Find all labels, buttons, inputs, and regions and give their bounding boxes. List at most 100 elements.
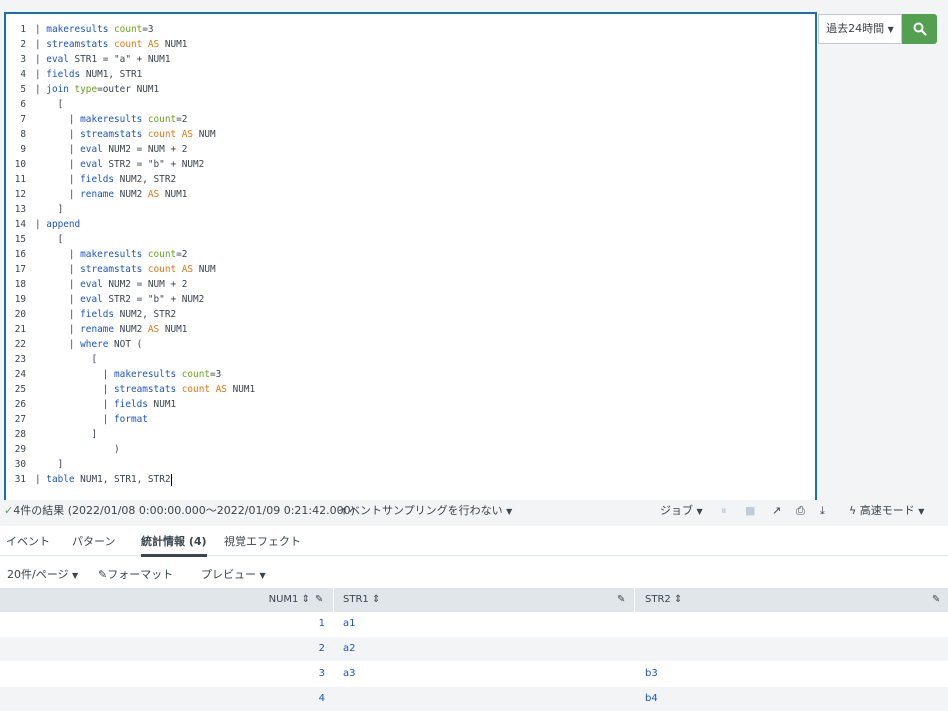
time-range-picker[interactable]: 過去24時間 ▼ [818, 14, 902, 44]
code-line[interactable]: 1 | makeresults count=3 [6, 22, 815, 37]
table-cell[interactable]: 4 [319, 687, 325, 711]
table-row[interactable]: 4 b4 [0, 687, 948, 712]
sampling-dropdown[interactable]: イベントサンプリングを行わない ▼ [338, 501, 512, 522]
code-line[interactable]: 29 ) [6, 442, 815, 457]
column-header-num1[interactable]: NUM1 ⇕ [269, 588, 310, 612]
line-number: 3 [20, 54, 26, 65]
line-number: 15 [14, 234, 26, 245]
line-number: 27 [14, 414, 26, 425]
code-line[interactable]: 6 [ [6, 97, 815, 112]
line-number: 25 [14, 384, 26, 395]
code-text: | makeresults count=3 [35, 24, 154, 35]
code-line[interactable]: 28 ] [6, 427, 815, 442]
search-editor[interactable]: 1 | makeresults count=3 2 | streamstats cou… [4, 12, 817, 504]
code-line[interactable]: 7 | makeresults count=2 [6, 112, 815, 127]
code-line[interactable]: 9 | eval NUM2 = NUM + 2 [6, 142, 815, 157]
per-page-dropdown[interactable]: 20件/ページ ▼ [7, 566, 78, 582]
caret-down-icon: ▼ [887, 25, 894, 34]
table-cell[interactable]: b3 [645, 662, 658, 686]
sort-icon: ⇕ [673, 594, 683, 605]
code-line[interactable]: 12 | rename NUM2 AS NUM1 [6, 187, 815, 202]
line-number: 4 [20, 69, 26, 80]
line-number: 10 [14, 159, 26, 170]
code-line[interactable]: 3 | eval STR1 = "a" + NUM1 [6, 52, 815, 67]
tab-patterns[interactable]: パターン [72, 533, 115, 549]
code-line[interactable]: 31 | table NUM1, STR1, STR2 [6, 472, 815, 487]
pencil-icon[interactable]: ✎ [315, 594, 323, 605]
print-icon[interactable]: ⎙ [796, 501, 805, 521]
code-line[interactable]: 11 | fields NUM2, STR2 [6, 172, 815, 187]
code-line[interactable]: 30 ] [6, 457, 815, 472]
code-line[interactable]: 10 | eval STR2 = "b" + NUM2 [6, 157, 815, 172]
caret-down-icon: ▼ [918, 507, 925, 516]
table-row[interactable]: 2 a2 [0, 637, 948, 662]
code-line[interactable]: 8 | streamstats count AS NUM [6, 127, 815, 142]
code-text: ] [35, 204, 64, 215]
search-mode-menu[interactable]: ϟ 高速モード ▼ [849, 501, 924, 522]
format-button[interactable]: ✎フォーマット [98, 566, 173, 582]
table-cell[interactable]: b4 [645, 687, 658, 711]
line-number: 30 [14, 459, 26, 470]
code-line[interactable]: 20 | fields NUM2, STR2 [6, 307, 815, 322]
line-number: 8 [20, 129, 26, 140]
column-header-str2[interactable]: STR2 ⇕ [645, 588, 682, 612]
code-line[interactable]: 23 [ [6, 352, 815, 367]
code-text: | append [35, 219, 81, 230]
table-header: NUM1 ⇕ ✎ STR1 ⇕ ✎ STR2 ⇕ ✎ [0, 588, 948, 612]
code-line[interactable]: 5 | join type=outer NUM1 [6, 82, 815, 97]
table-cell[interactable]: a1 [343, 612, 356, 636]
code-text: | eval STR2 = "b" + NUM2 [35, 159, 205, 170]
tab-statistics[interactable]: 統計情報 (4) [141, 533, 207, 557]
status-bar: ✓4件の結果 (2022/01/08 0:00:00.000〜2022/01/0… [0, 500, 948, 526]
code-line[interactable]: 26 | fields NUM1 [6, 397, 815, 412]
sort-icon: ⇕ [371, 594, 381, 605]
code-text: | rename NUM2 AS NUM1 [35, 324, 188, 335]
code-line[interactable]: 14 | append [6, 217, 815, 232]
code-line[interactable]: 24 | makeresults count=3 [6, 367, 815, 382]
pencil-icon[interactable]: ✎ [617, 594, 625, 605]
tab-events[interactable]: イベント [6, 533, 50, 549]
line-number: 28 [14, 429, 26, 440]
results-tabs: イベント パターン 統計情報 (4) 視覚エフェクト [0, 527, 948, 557]
table-row[interactable]: 3 a3 b3 [0, 662, 948, 687]
table-row[interactable]: 1 a1 [0, 612, 948, 637]
code-text: | streamstats count AS NUM1 [35, 39, 188, 50]
preview-dropdown[interactable]: プレビュー ▼ [201, 566, 266, 582]
line-number: 7 [20, 114, 26, 125]
code-line[interactable]: 21 | rename NUM2 AS NUM1 [6, 322, 815, 337]
pause-icon[interactable]: ⏸ [721, 501, 727, 521]
code-line[interactable]: 18 | eval NUM2 = NUM + 2 [6, 277, 815, 292]
table-cell[interactable]: a2 [343, 637, 356, 661]
table-cell[interactable]: 3 [319, 662, 325, 686]
search-button[interactable] [902, 14, 937, 44]
line-number: 5 [20, 84, 26, 95]
column-header-str1[interactable]: STR1 ⇕ [343, 588, 380, 612]
code-line[interactable]: 17 | streamstats count AS NUM [6, 262, 815, 277]
caret-down-icon: ▼ [71, 571, 79, 580]
pencil-icon[interactable]: ✎ [932, 594, 940, 605]
result-summary: ✓4件の結果 (2022/01/08 0:00:00.000〜2022/01/0… [4, 504, 355, 517]
tab-visualization[interactable]: 視覚エフェクト [224, 533, 301, 549]
code-line[interactable]: 2 | streamstats count AS NUM1 [6, 37, 815, 52]
code-line[interactable]: 19 | eval STR2 = "b" + NUM2 [6, 292, 815, 307]
download-icon[interactable]: ⤓ [820, 501, 825, 521]
share-icon[interactable]: ↗ [772, 501, 781, 521]
line-number: 2 [20, 39, 26, 50]
line-number: 12 [14, 189, 26, 200]
code-line[interactable]: 15 [ [6, 232, 815, 247]
line-number: 17 [14, 264, 26, 275]
code-line[interactable]: 27 | format [6, 412, 815, 427]
code-line[interactable]: 13 ] [6, 202, 815, 217]
pencil-icon: ✎ [98, 568, 108, 581]
code-line[interactable]: 4 | fields NUM1, STR1 [6, 67, 815, 82]
stop-icon[interactable]: ■ [745, 501, 755, 521]
code-text: | eval STR2 = "b" + NUM2 [35, 294, 205, 305]
code-line[interactable]: 16 | makeresults count=2 [6, 247, 815, 262]
code-line[interactable]: 22 | where NOT ( [6, 337, 815, 352]
code-line[interactable]: 25 | streamstats count AS NUM1 [6, 382, 815, 397]
table-cell[interactable]: 2 [319, 637, 325, 661]
code-text: | streamstats count AS NUM1 [35, 384, 256, 395]
job-menu[interactable]: ジョブ ▼ [660, 501, 703, 522]
table-cell[interactable]: 1 [319, 612, 325, 636]
table-cell[interactable]: a3 [343, 662, 356, 686]
